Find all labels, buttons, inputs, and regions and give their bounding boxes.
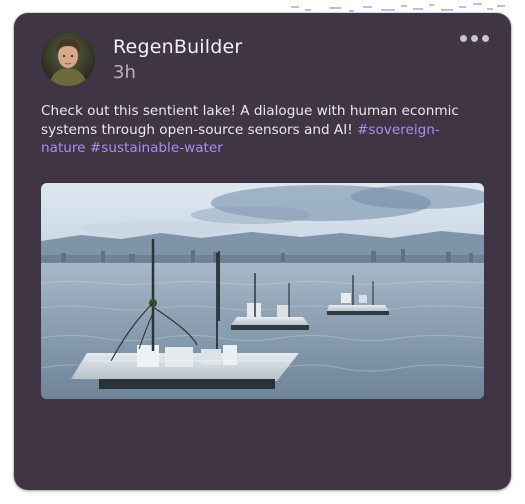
- user-avatar[interactable]: [41, 32, 95, 86]
- post-timestamp: 3h: [113, 62, 136, 83]
- author-name[interactable]: RegenBuilder: [113, 36, 242, 58]
- hashtag-sustainable-water[interactable]: #sustainable-water: [90, 140, 223, 156]
- background-noise: [289, 0, 509, 14]
- more-options-icon[interactable]: [458, 33, 491, 44]
- post-text: Check out this sentient lake! A dialogue…: [41, 102, 481, 158]
- post-card: RegenBuilder 3h Check out this sentient …: [14, 13, 511, 490]
- post-image[interactable]: [41, 183, 484, 399]
